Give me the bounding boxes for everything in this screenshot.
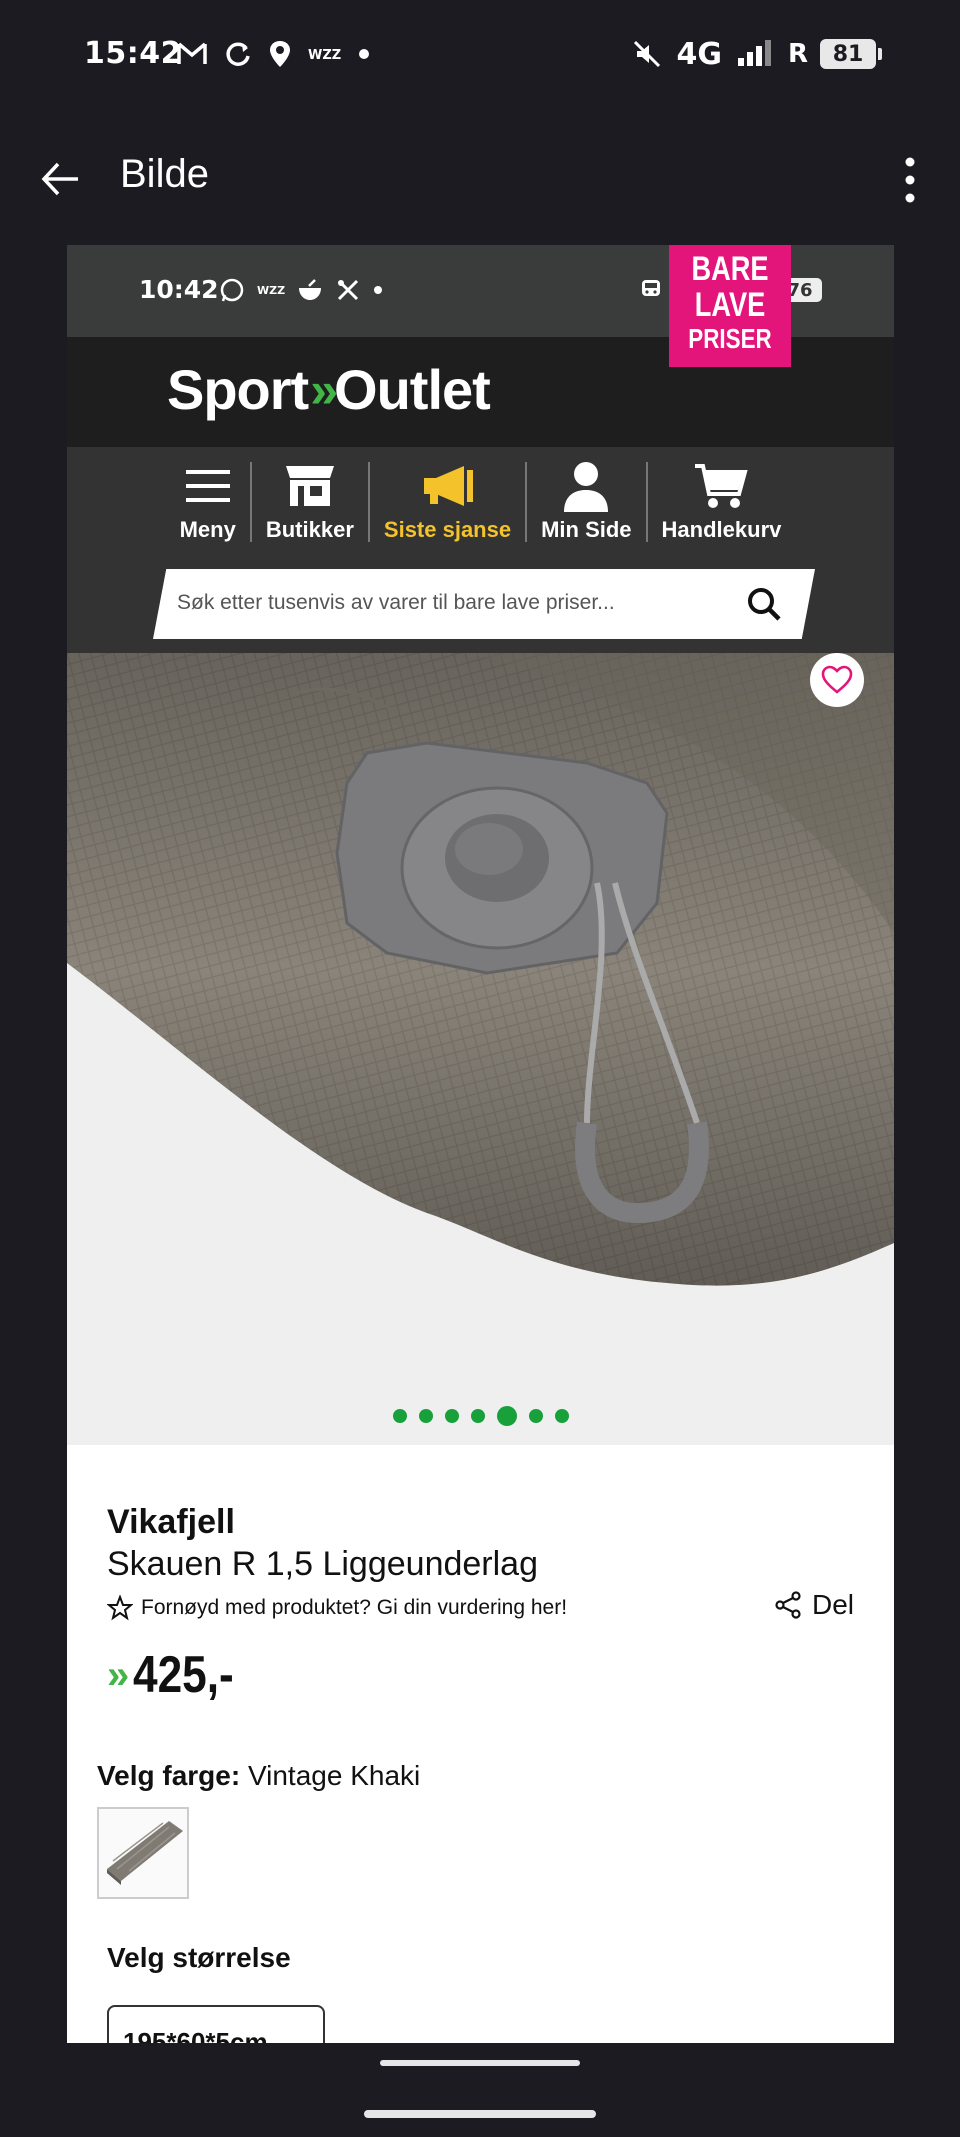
search-band: Søk etter tusenvis av varer til bare lav…	[67, 557, 894, 653]
os-status-bar: 15:42 WZZ 4G R 81	[0, 0, 960, 110]
search-input[interactable]: Søk etter tusenvis av varer til bare lav…	[153, 569, 815, 639]
heart-icon	[821, 665, 853, 694]
battery-level: 81	[832, 41, 864, 67]
app-wzz-icon: WZZ	[308, 48, 341, 63]
price-value: 425,-	[133, 1646, 235, 1704]
location-icon	[270, 41, 290, 67]
size-option-label: 195*60*5cm	[123, 2027, 268, 2043]
nav-divider	[645, 462, 648, 542]
more-options-button[interactable]	[888, 154, 932, 206]
gallery-dot-active[interactable]	[496, 1406, 517, 1426]
menu-icon	[185, 470, 230, 502]
gallery-dot[interactable]	[470, 1409, 485, 1423]
sleeping-pad-valve-image	[67, 653, 894, 1445]
vibrate-off-icon	[634, 40, 661, 68]
product-info: Vikafjell Skauen R 1,5 Liggeunderlag For…	[67, 1445, 894, 2043]
viewer-title: Bilde	[120, 152, 209, 196]
train-icon	[641, 280, 660, 296]
battery-icon: 81	[820, 39, 882, 69]
inner-home-indicator	[380, 2060, 580, 2066]
more-notifications-dot-icon	[359, 49, 369, 59]
image-viewer-app-bar: Bilde	[0, 140, 960, 220]
price-chevron: »	[107, 1652, 129, 1697]
star-icon	[107, 1595, 133, 1621]
sleeping-pad-thumbnail	[107, 1821, 183, 1885]
photo[interactable]: 10:42 WZZ R 76 Sport » Outlet BARE LAVE …	[67, 245, 894, 2043]
more-vertical-icon	[905, 157, 915, 203]
svg-text:WZZ: WZZ	[257, 284, 285, 297]
bowl-icon	[299, 279, 321, 300]
nav-last-chance[interactable]: Siste sjanse	[384, 447, 511, 557]
badge-line: BARE	[691, 250, 769, 288]
gallery-dot[interactable]	[444, 1409, 459, 1423]
gallery-dot[interactable]	[392, 1409, 407, 1423]
gallery-dot[interactable]	[554, 1409, 569, 1423]
site-logo[interactable]: Sport » Outlet	[167, 357, 491, 422]
gmail-icon	[177, 42, 207, 64]
nav-divider	[249, 462, 252, 542]
search-placeholder: Søk etter tusenvis av varer til bare lav…	[177, 591, 615, 614]
share-button[interactable]: Del	[774, 1589, 854, 1621]
back-button[interactable]	[36, 154, 86, 204]
network-type: 4G	[676, 36, 722, 72]
site-nav: Meny Butikker Siste sjanse Min Side Hand…	[67, 447, 894, 557]
signal-icon	[737, 40, 771, 66]
nav-label: Meny	[179, 517, 236, 542]
share-label: Del	[811, 1589, 854, 1620]
badge-line: LAVE	[694, 286, 766, 324]
whatsapp-icon	[220, 278, 244, 302]
store-icon	[285, 466, 334, 506]
search-icon[interactable]	[745, 585, 783, 623]
logo-text-sport: Sport	[167, 358, 309, 421]
user-icon	[564, 462, 609, 512]
inner-battery-level: 76	[787, 279, 813, 301]
nav-divider	[525, 462, 528, 542]
os-notification-icons: WZZ	[176, 36, 370, 72]
nav-divider	[367, 462, 370, 542]
nav-label: Butikker	[265, 517, 354, 542]
product-name: Skauen R 1,5 Liggeunderlag	[107, 1545, 538, 1583]
nav-cart[interactable]: Handlekurv	[661, 447, 782, 557]
gallery-dot[interactable]	[418, 1409, 433, 1423]
size-selector-label: Velg størrelse	[107, 1942, 291, 1973]
logo-text-outlet: Outlet	[334, 358, 491, 421]
nav-stores[interactable]: Butikker	[266, 447, 354, 557]
os-time: 15:42	[84, 36, 182, 71]
bare-lave-priser-badge: BARE LAVE PRISER	[669, 245, 791, 367]
color-label: Velg farge:	[97, 1760, 241, 1791]
color-value: Vintage Khaki	[247, 1760, 421, 1791]
more-notifications-dot-icon	[374, 286, 382, 294]
cart-icon	[695, 464, 749, 508]
nav-label: Handlekurv	[661, 517, 782, 542]
nav-label: Siste sjanse	[383, 517, 512, 542]
roaming-label: R	[787, 39, 808, 69]
nav-my-page[interactable]: Min Side	[541, 447, 632, 557]
badge-line: PRISER	[688, 323, 772, 354]
home-indicator[interactable]	[364, 2110, 596, 2118]
logo-chevron: »	[310, 361, 338, 418]
favorite-button[interactable]	[810, 653, 864, 707]
inner-time: 10:42	[139, 275, 219, 304]
gallery-pagination	[67, 1406, 894, 1426]
product-brand[interactable]: Vikafjell	[107, 1503, 235, 1542]
color-swatch-vintage-khaki[interactable]	[97, 1807, 189, 1899]
product-image[interactable]	[67, 653, 894, 1445]
nav-label: Min Side	[541, 517, 632, 542]
color-selector-label: Velg farge: Vintage Khaki	[97, 1760, 420, 1792]
megaphone-icon	[423, 466, 473, 506]
gallery-dot[interactable]	[528, 1409, 543, 1423]
sync-icon	[226, 42, 250, 66]
inner-notification-icons: WZZ	[219, 275, 383, 305]
rating-prompt: Fornøyd med produktet? Gi din vurdering …	[141, 1596, 568, 1619]
arrow-left-icon	[41, 162, 78, 196]
share-icon	[775, 1591, 801, 1619]
size-option-button[interactable]: 195*60*5cm	[107, 2005, 325, 2043]
product-price: » 425,-	[107, 1645, 252, 1705]
os-system-icons: 4G R 81	[632, 36, 882, 72]
nav-menu[interactable]: Meny	[180, 447, 236, 557]
rating-link[interactable]: Fornøyd med produktet? Gi din vurdering …	[107, 1595, 567, 1621]
app-wzz-icon: WZZ	[257, 284, 285, 297]
svg-text:WZZ: WZZ	[308, 48, 341, 63]
tools-icon	[337, 279, 359, 301]
